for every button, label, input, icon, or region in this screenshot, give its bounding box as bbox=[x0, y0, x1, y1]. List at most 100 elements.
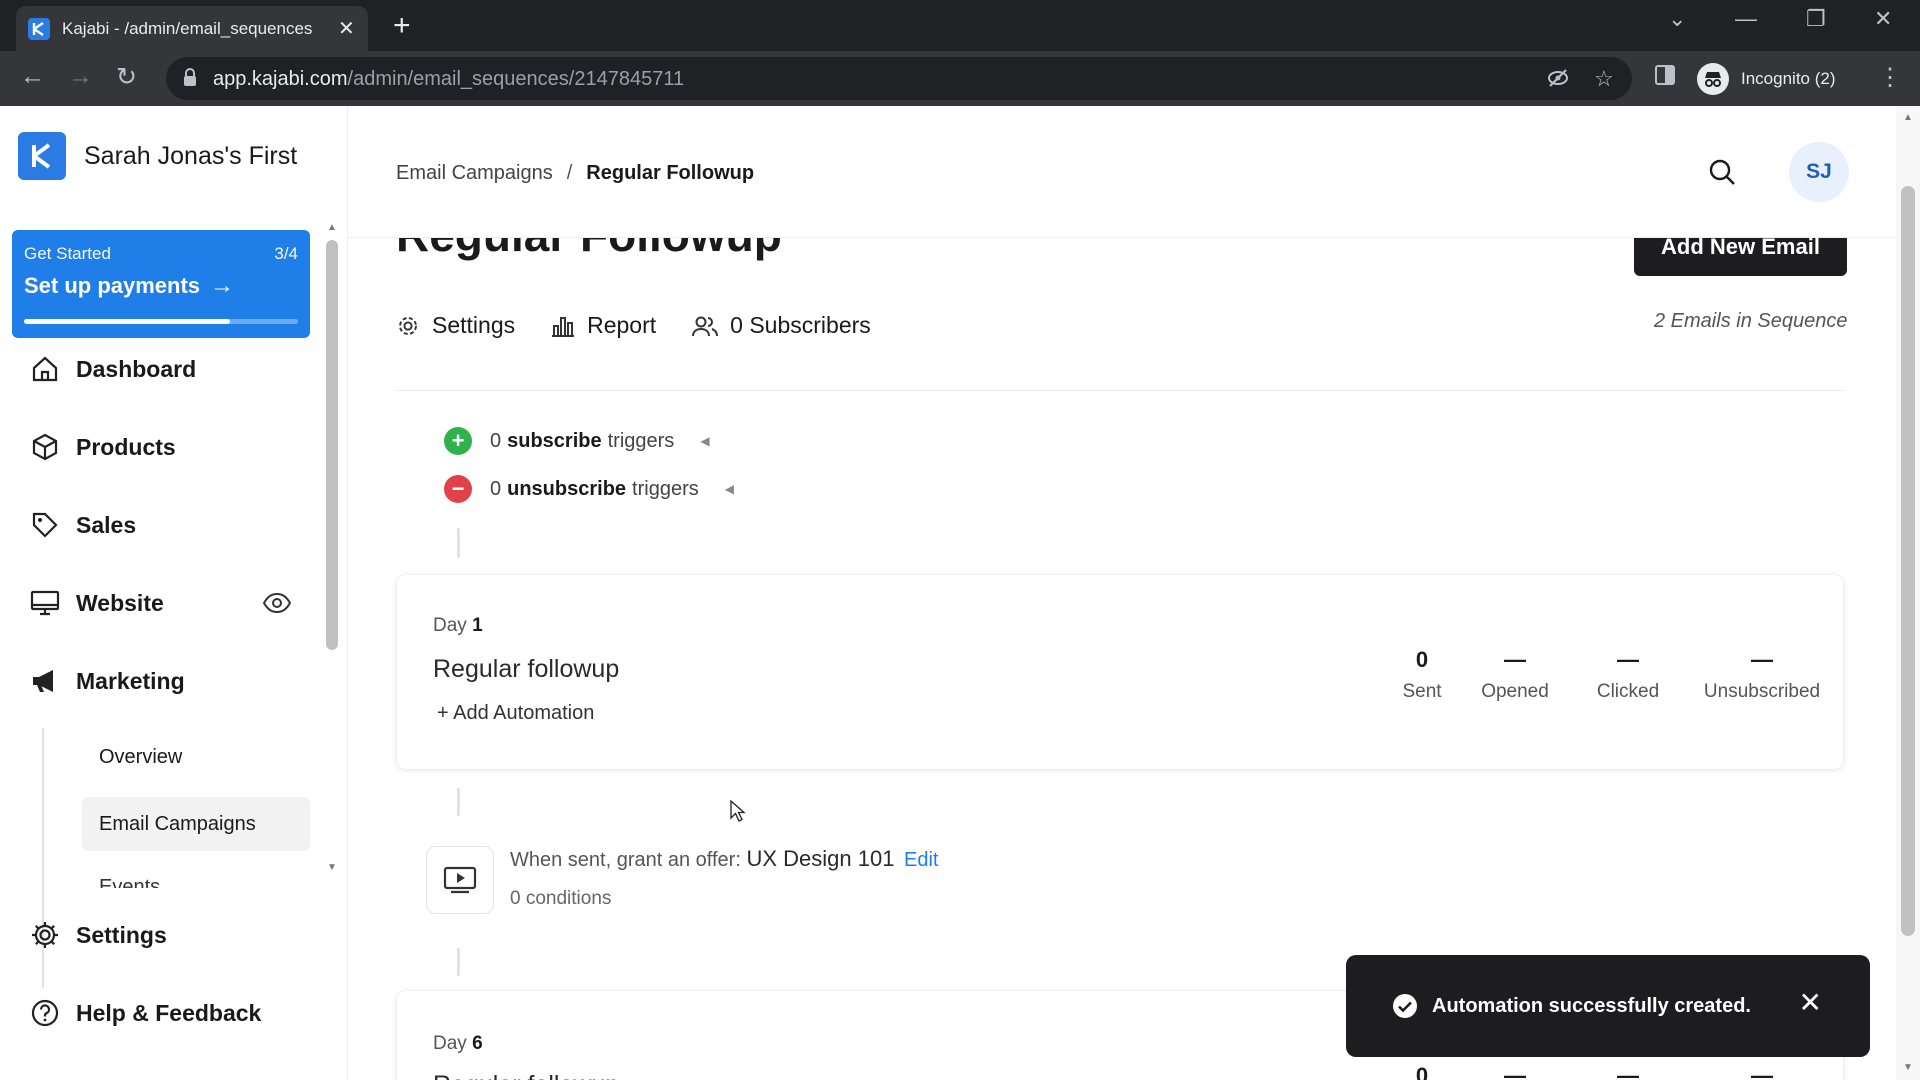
sequence-connector bbox=[457, 528, 460, 558]
browser-menu-icon[interactable]: ⋮ bbox=[1878, 63, 1902, 92]
users-icon bbox=[692, 314, 719, 338]
sidebar-item-settings[interactable]: Settings bbox=[28, 918, 167, 952]
success-toast: Automation successfully created. ✕ bbox=[1346, 955, 1870, 1057]
day-number: 1 bbox=[472, 615, 483, 636]
subscribe-triggers-toggle[interactable]: + 0 subscribe triggers ◀ bbox=[444, 427, 710, 455]
sidebar-subitem-email-campaigns[interactable]: Email Campaigns bbox=[82, 797, 310, 851]
minimize-icon[interactable]: — bbox=[1735, 6, 1757, 32]
restore-icon[interactable]: ❐ bbox=[1806, 6, 1826, 32]
stat-value: — bbox=[1751, 1063, 1773, 1080]
scroll-up-icon[interactable]: ▲ bbox=[327, 222, 337, 233]
tab-settings[interactable]: Settings bbox=[396, 312, 515, 339]
unsubscribe-trigger-count: 0 bbox=[490, 477, 502, 500]
page-scrollbar[interactable]: ▲ ▼ bbox=[1896, 106, 1920, 1080]
tab-report[interactable]: Report bbox=[551, 312, 656, 339]
page-scroll-thumb[interactable] bbox=[1901, 186, 1915, 936]
sidebar-scrollbar[interactable]: ▲ ▼ bbox=[322, 222, 344, 882]
tab-search-icon[interactable]: ⌄ bbox=[1668, 6, 1686, 32]
forward-icon[interactable]: → bbox=[68, 62, 93, 91]
sidebar-item-label: Dashboard bbox=[76, 355, 197, 382]
get-started-label: Get Started bbox=[24, 244, 111, 263]
search-icon[interactable] bbox=[1708, 158, 1736, 191]
bar-chart-icon bbox=[551, 314, 575, 338]
sidebar-item-sales[interactable]: Sales bbox=[28, 508, 136, 542]
sidebar-scroll-thumb[interactable] bbox=[326, 240, 338, 650]
site-name: Sarah Jonas's First bbox=[84, 141, 298, 170]
sidebar-subitem-label: Events bbox=[99, 876, 159, 888]
sequence-connector bbox=[457, 788, 460, 816]
tab-label: Report bbox=[587, 312, 657, 338]
tab-label: Settings bbox=[432, 312, 516, 338]
email-name[interactable]: Regular followup bbox=[433, 1071, 619, 1080]
home-icon bbox=[28, 352, 62, 386]
email-card-day-1[interactable]: Day 1 Regular followup + Add Automation … bbox=[396, 574, 1844, 770]
add-automation-button[interactable]: + Add Automation bbox=[437, 702, 594, 725]
stat-value: 0 bbox=[1415, 1063, 1429, 1080]
sidebar-item-label: Sales bbox=[76, 511, 137, 538]
breadcrumb: Email Campaigns / Regular Followup bbox=[396, 162, 754, 185]
edit-automation-link[interactable]: Edit bbox=[904, 849, 938, 871]
emails-in-sequence-count: 2 Emails in Sequence bbox=[1654, 310, 1848, 332]
get-started-progress-bar bbox=[24, 319, 298, 324]
brand[interactable]: Sarah Jonas's First bbox=[18, 132, 297, 180]
automation-offer-name: UX Design 101 bbox=[746, 846, 895, 871]
stat-unsubscribed: — Unsubscribed bbox=[1679, 647, 1845, 703]
sidebar-subitem-overview[interactable]: Overview bbox=[82, 730, 310, 784]
subscribe-trigger-count: 0 bbox=[490, 429, 502, 452]
scroll-up-icon[interactable]: ▲ bbox=[1903, 112, 1913, 123]
tab-close-icon[interactable]: ✕ bbox=[338, 16, 355, 41]
sidebar-subitem-events[interactable]: Events bbox=[99, 876, 159, 888]
sidebar-item-website[interactable]: Website bbox=[28, 586, 164, 620]
browser-toolbar: ← → ↻ app.kajabi.com/admin/email_sequenc… bbox=[0, 51, 1920, 106]
box-icon bbox=[28, 430, 62, 464]
new-tab-icon[interactable]: + bbox=[393, 9, 411, 43]
email-name[interactable]: Regular followup bbox=[433, 655, 619, 684]
day-prefix: Day bbox=[433, 1033, 467, 1054]
video-offer-icon bbox=[426, 846, 494, 914]
subscribe-trigger-kind: subscribe bbox=[507, 429, 602, 452]
stat-value: 0 bbox=[1415, 647, 1429, 672]
stat-unsubscribed: — bbox=[1679, 1063, 1845, 1080]
scroll-down-icon[interactable]: ▼ bbox=[327, 862, 337, 873]
sidebar-item-dashboard[interactable]: Dashboard bbox=[28, 352, 196, 386]
plus-circle-icon: + bbox=[444, 427, 472, 455]
incognito-profile[interactable]: Incognito (2) bbox=[1697, 57, 1836, 100]
tracking-protection-icon[interactable] bbox=[1546, 66, 1570, 96]
browser-tab[interactable]: Kajabi - /admin/email_sequences ✕ bbox=[16, 6, 368, 51]
back-icon[interactable]: ← bbox=[20, 62, 45, 91]
side-panel-icon[interactable] bbox=[1654, 64, 1676, 92]
breadcrumb-separator: / bbox=[566, 162, 573, 184]
tab-subscribers[interactable]: 0 Subscribers bbox=[692, 312, 871, 339]
gear-icon bbox=[396, 314, 420, 338]
day-label: Day 1 bbox=[433, 615, 483, 637]
get-started-progress-text: 3/4 bbox=[274, 244, 298, 263]
bookmark-star-icon[interactable]: ☆ bbox=[1594, 66, 1614, 92]
toast-close-icon[interactable]: ✕ bbox=[1799, 989, 1822, 1017]
arrow-right-icon: → bbox=[210, 272, 235, 299]
sidebar-subitem-label: Email Campaigns bbox=[99, 812, 256, 835]
reload-icon[interactable]: ↻ bbox=[116, 62, 137, 92]
tab-label: 0 Subscribers bbox=[730, 312, 871, 338]
breadcrumb-parent-link[interactable]: Email Campaigns bbox=[396, 162, 553, 185]
get-started-card[interactable]: Get Started 3/4 Set up payments → bbox=[12, 230, 310, 338]
top-header: Email Campaigns / Regular Followup SJ bbox=[348, 106, 1896, 238]
eye-preview-icon[interactable] bbox=[262, 592, 292, 619]
url-text: app.kajabi.com/admin/email_sequences/214… bbox=[213, 68, 685, 90]
stat-value: — bbox=[1617, 1063, 1639, 1080]
stat-sent: 0 Sent bbox=[1377, 647, 1467, 703]
stat-clicked: — Clicked bbox=[1568, 647, 1688, 703]
sidebar-item-label: Website bbox=[76, 589, 164, 616]
stat-clicked: — bbox=[1568, 1063, 1688, 1080]
kajabi-favicon-icon bbox=[28, 17, 50, 40]
unsubscribe-triggers-toggle[interactable]: − 0 unsubscribe triggers ◀ bbox=[444, 475, 734, 503]
user-avatar[interactable]: SJ bbox=[1789, 142, 1849, 202]
profile-label: Incognito (2) bbox=[1741, 68, 1836, 88]
sidebar-item-marketing[interactable]: Marketing bbox=[28, 664, 185, 698]
scroll-down-icon[interactable]: ▼ bbox=[1903, 1062, 1913, 1073]
window-close-icon[interactable]: ✕ bbox=[1874, 6, 1892, 32]
browser-tab-strip: Kajabi - /admin/email_sequences ✕ + ⌄ — … bbox=[0, 0, 1920, 51]
address-bar[interactable]: app.kajabi.com/admin/email_sequences/214… bbox=[166, 57, 1632, 100]
sidebar-item-help[interactable]: Help & Feedback bbox=[28, 996, 261, 1030]
sidebar-item-products[interactable]: Products bbox=[28, 430, 176, 464]
stat-label: Sent bbox=[1402, 681, 1442, 702]
